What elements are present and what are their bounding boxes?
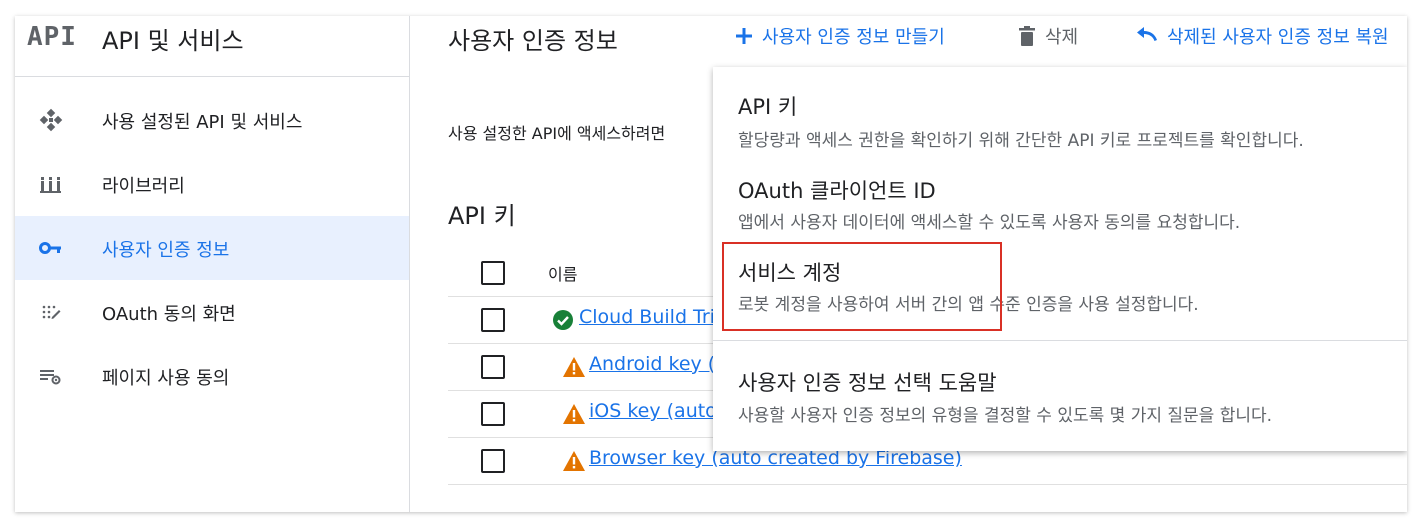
menu-item-title: OAuth 클라이언트 ID <box>738 179 936 203</box>
warning-icon <box>562 403 585 425</box>
api-hub-icon <box>38 108 64 132</box>
sidebar-item-library[interactable]: 라이브러리 <box>15 152 409 216</box>
warning-icon <box>562 356 585 378</box>
app-frame: API API 및 서비스 사용 설정된 API 및 서비스 라이브러리 사용자… <box>15 16 1407 512</box>
undo-icon <box>1137 27 1157 41</box>
sidebar-item-label: 사용 설정된 API 및 서비스 <box>102 112 303 133</box>
sidebar-item-credentials[interactable]: 사용자 인증 정보 <box>15 216 409 280</box>
page-settings-icon <box>38 364 64 388</box>
create-credentials-menu: API 키 할당량과 액세스 권한을 확인하기 위해 간단한 API 키로 프로… <box>713 67 1407 451</box>
create-credentials-label: 사용자 인증 정보 만들기 <box>762 27 945 48</box>
key-icon <box>38 236 64 260</box>
api-logo: API <box>27 22 77 52</box>
sidebar-title: API 및 서비스 <box>102 27 244 55</box>
sidebar-item-oauth-consent[interactable]: OAuth 동의 화면 <box>15 280 409 344</box>
warning-icon <box>562 450 585 472</box>
sidebar-item-label: 라이브러리 <box>102 176 185 197</box>
page-title: 사용자 인증 정보 <box>448 27 618 55</box>
select-all-checkbox[interactable] <box>481 261 505 285</box>
delete-button[interactable]: 삭제 <box>1017 23 1078 49</box>
row-checkbox[interactable] <box>481 355 505 379</box>
sidebar: API API 및 서비스 사용 설정된 API 및 서비스 라이브러리 사용자… <box>15 16 410 512</box>
menu-item-description: 할당량과 액세스 권한을 확인하기 위해 간단한 API 키로 프로젝트를 확인… <box>738 131 1304 151</box>
api-key-link[interactable]: iOS key (auto <box>589 400 717 422</box>
api-keys-section-title: API 키 <box>448 202 516 230</box>
row-checkbox[interactable] <box>481 308 505 332</box>
highlight-annotation-box <box>722 242 1002 331</box>
api-key-link[interactable]: Android key (a <box>589 353 727 375</box>
sidebar-item-label: OAuth 동의 화면 <box>102 304 236 325</box>
restore-credentials-button[interactable]: 삭제된 사용자 인증 정보 복원 <box>1135 23 1389 49</box>
menu-item-title: 사용자 인증 정보 선택 도움말 <box>738 371 997 395</box>
delete-label: 삭제 <box>1045 27 1079 48</box>
menu-item-help-me-choose[interactable]: 사용자 인증 정보 선택 도움말 사용할 사용자 인증 정보의 유형을 결정할 … <box>713 341 1407 451</box>
sidebar-item-label: 페이지 사용 동의 <box>102 368 230 389</box>
trash-icon <box>1019 26 1035 46</box>
menu-item-description: 앱에서 사용자 데이터에 액세스할 수 있도록 사용자 동의를 요청합니다. <box>738 213 1241 233</box>
row-checkbox[interactable] <box>481 449 505 473</box>
api-key-link[interactable]: Cloud Build Tri <box>579 306 715 328</box>
sidebar-header: API API 및 서비스 <box>15 16 409 77</box>
menu-item-api-key[interactable]: API 키 할당량과 액세스 권한을 확인하기 위해 간단한 API 키로 프로… <box>713 67 1407 151</box>
sidebar-item-label: 사용자 인증 정보 <box>102 240 230 261</box>
menu-item-description: 사용할 사용자 인증 정보의 유형을 결정할 수 있도록 몇 가지 질문을 합니… <box>738 406 1273 426</box>
create-credentials-button[interactable]: 사용자 인증 정보 만들기 <box>734 23 945 49</box>
sidebar-nav: 사용 설정된 API 및 서비스 라이브러리 사용자 인증 정보 OAuth 동… <box>15 88 409 408</box>
plus-icon <box>736 28 752 44</box>
library-icon <box>38 172 64 196</box>
sidebar-item-enabled-apis[interactable]: 사용 설정된 API 및 서비스 <box>15 88 409 152</box>
row-checkbox[interactable] <box>481 402 505 426</box>
consent-screen-icon <box>38 300 64 324</box>
menu-item-oauth-client-id[interactable]: OAuth 클라이언트 ID 앱에서 사용자 데이터에 액세스할 수 있도록 사… <box>713 151 1407 235</box>
check-circle-icon <box>552 309 574 331</box>
restore-label: 삭제된 사용자 인증 정보 복원 <box>1167 27 1389 48</box>
credentials-description: 사용 설정한 API에 액세스하려면 <box>448 124 666 143</box>
column-header-name: 이름 <box>548 265 578 284</box>
sidebar-item-page-usage[interactable]: 페이지 사용 동의 <box>15 344 409 408</box>
menu-item-title: API 키 <box>738 95 798 119</box>
